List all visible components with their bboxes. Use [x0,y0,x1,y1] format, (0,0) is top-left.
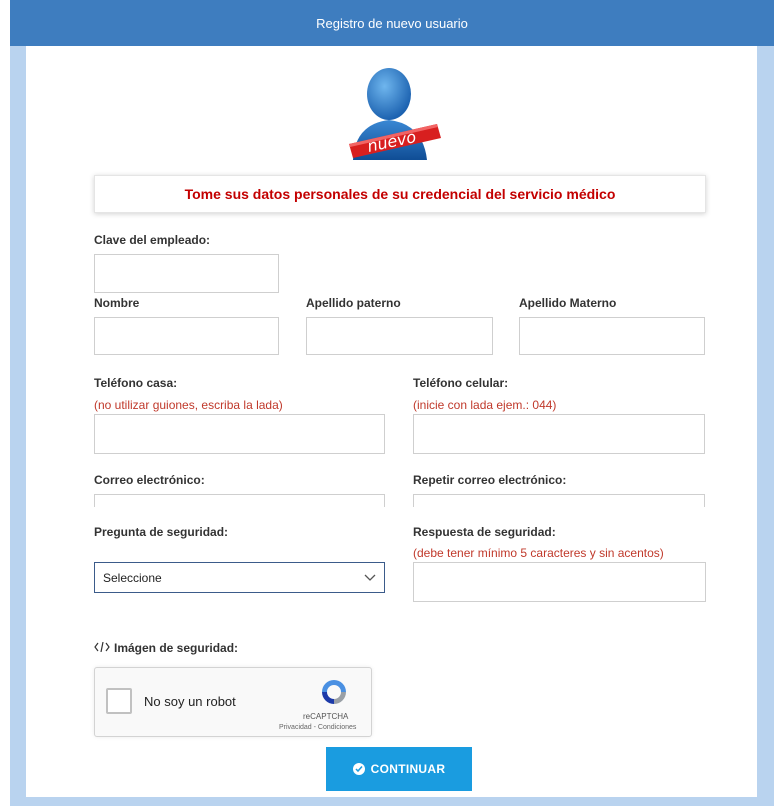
telefono-casa-hint: (no utilizar guiones, escriba la lada) [94,398,283,412]
repetir-correo-label: Repetir correo electrónico: [413,473,567,487]
header-title: Registro de nuevo usuario [316,15,468,31]
chevron-down-icon [364,571,376,585]
right-frame-border [757,0,774,806]
imagen-seguridad-heading: Imágen de seguridad: [94,641,238,655]
correo-label: Correo electrónico: [94,473,205,487]
paterno-input[interactable] [306,317,493,355]
paterno-label: Apellido paterno [306,296,401,310]
cut-line-border [10,507,14,797]
repetir-correo-input[interactable] [413,494,705,507]
materno-label: Apellido Materno [519,296,617,310]
respuesta-hint: (debe tener mínimo 5 caracteres y sin ac… [413,546,664,560]
continue-label: CONTINUAR [370,762,446,776]
recaptcha-widget: No soy un robot reCAPTCHA Privacidad - C… [94,667,372,737]
credential-notice: Tome sus datos personales de su credenci… [94,175,706,213]
respuesta-input[interactable] [413,562,706,602]
code-icon [94,641,110,655]
materno-input[interactable] [519,317,705,355]
telefono-celular-label: Teléfono celular: [413,376,509,390]
cut-line-gap [0,507,10,806]
continue-button[interactable]: CONTINUAR [326,747,472,791]
pregunta-selected-value: Seleccione [103,570,162,585]
recaptcha-brand: reCAPTCHA [303,712,349,721]
new-user-avatar-icon: nuevo [345,64,445,160]
recaptcha-links[interactable]: Privacidad - Condiciones [279,724,356,731]
respuesta-label: Respuesta de seguridad: [413,525,556,539]
bottom-frame-border [10,797,774,806]
telefono-casa-input[interactable] [94,414,385,454]
window-header: Registro de nuevo usuario [10,0,774,46]
pregunta-label: Pregunta de seguridad: [94,525,229,539]
clave-input[interactable] [94,254,279,293]
pregunta-select[interactable]: Seleccione [94,562,385,593]
nombre-input[interactable] [94,317,279,355]
telefono-casa-label: Teléfono casa: [94,376,178,390]
correo-input[interactable] [94,494,385,507]
imagen-label: Imágen de seguridad: [114,641,239,655]
recaptcha-checkbox[interactable] [106,688,132,714]
recaptcha-label: No soy un robot [144,694,236,709]
telefono-celular-input[interactable] [413,414,705,454]
telefono-celular-hint: (inicie con lada ejem.: 044) [413,398,557,412]
recaptcha-logo-icon [318,676,350,708]
notice-text: Tome sus datos personales de su credenci… [184,186,616,202]
clave-label: Clave del empleado: [94,233,211,247]
check-circle-icon [352,763,365,775]
nombre-label: Nombre [94,296,140,310]
